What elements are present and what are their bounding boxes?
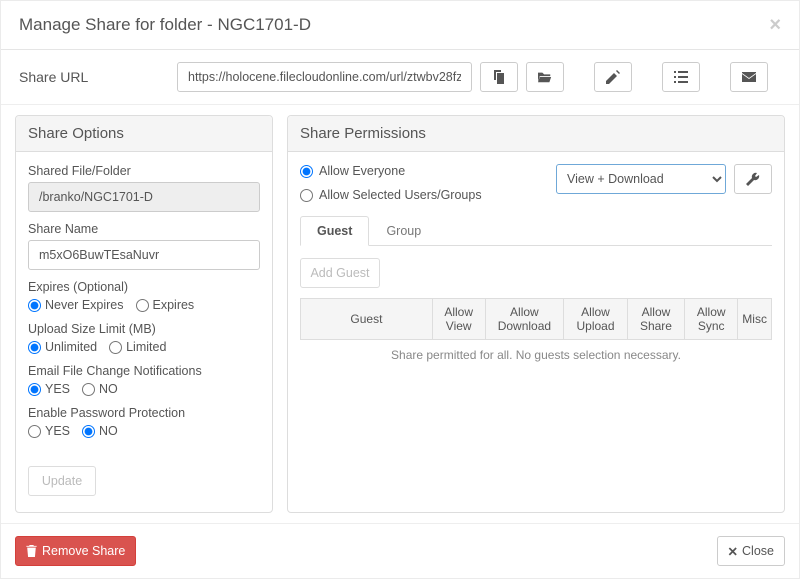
- remove-share-button[interactable]: Remove Share: [15, 536, 136, 566]
- expires-expires-radio[interactable]: Expires: [136, 298, 195, 312]
- email-notif-yes-radio[interactable]: YES: [28, 382, 70, 396]
- email-notif-label: Email File Change Notifications: [28, 364, 260, 378]
- share-options-title: Share Options: [16, 116, 272, 152]
- close-x-icon: ✕: [728, 544, 738, 559]
- permission-tabs: Guest Group: [300, 216, 772, 246]
- share-url-input[interactable]: [177, 62, 472, 92]
- col-allow-view: Allow View: [432, 299, 485, 340]
- add-guest-button[interactable]: Add Guest: [300, 258, 380, 288]
- share-options-body: Shared File/Folder Share Name Expires (O…: [16, 152, 272, 508]
- upload-unlimited-radio[interactable]: Unlimited: [28, 340, 97, 354]
- allow-everyone-radio[interactable]: Allow Everyone: [300, 164, 482, 178]
- copy-url-button[interactable]: [480, 62, 518, 92]
- share-options-panel: Share Options Shared File/Folder Share N…: [15, 115, 273, 513]
- close-icon[interactable]: ×: [769, 15, 781, 35]
- close-button[interactable]: ✕ Close: [717, 536, 785, 566]
- list-view-button[interactable]: [662, 62, 700, 92]
- email-share-button[interactable]: [730, 62, 768, 92]
- edit-icon: [606, 70, 620, 84]
- share-permissions-body: Allow Everyone Allow Selected Users/Grou…: [288, 152, 784, 382]
- password-field: Enable Password Protection YES NO: [28, 406, 260, 438]
- permissions-empty-message: Share permitted for all. No guests selec…: [300, 340, 772, 370]
- col-allow-share: Allow Share: [627, 299, 684, 340]
- upload-limit-label: Upload Size Limit (MB): [28, 322, 260, 336]
- upload-limited-radio[interactable]: Limited: [109, 340, 166, 354]
- tab-group[interactable]: Group: [369, 216, 438, 246]
- permission-settings-button[interactable]: [734, 164, 772, 194]
- shared-path-label: Shared File/Folder: [28, 164, 260, 178]
- expires-label: Expires (Optional): [28, 280, 260, 294]
- shared-path-field: Shared File/Folder: [28, 164, 260, 212]
- table-header-row: Guest Allow View Allow Download Allow Up…: [301, 299, 772, 340]
- modal-title: Manage Share for folder - NGC1701-D: [19, 15, 311, 35]
- list-icon: [674, 70, 688, 84]
- update-button[interactable]: Update: [28, 466, 96, 496]
- email-notif-field: Email File Change Notifications YES NO: [28, 364, 260, 396]
- shared-path-input: [28, 182, 260, 212]
- col-guest: Guest: [301, 299, 433, 340]
- password-no-radio[interactable]: NO: [82, 424, 118, 438]
- upload-limit-field: Upload Size Limit (MB) Unlimited Limited: [28, 322, 260, 354]
- trash-icon: [26, 545, 37, 557]
- email-notif-no-radio[interactable]: NO: [82, 382, 118, 396]
- password-yes-radio[interactable]: YES: [28, 424, 70, 438]
- expires-never-radio[interactable]: Never Expires: [28, 298, 124, 312]
- col-allow-download: Allow Download: [485, 299, 564, 340]
- manage-share-modal: Manage Share for folder - NGC1701-D × Sh…: [0, 0, 800, 579]
- permissions-scope-row: Allow Everyone Allow Selected Users/Grou…: [300, 164, 772, 202]
- folder-open-icon: [538, 70, 552, 84]
- share-permissions-title: Share Permissions: [288, 116, 784, 152]
- edit-share-button[interactable]: [594, 62, 632, 92]
- open-folder-button[interactable]: [526, 62, 564, 92]
- modal-footer: Remove Share ✕ Close: [1, 523, 799, 578]
- share-name-field: Share Name: [28, 222, 260, 270]
- allow-selected-radio[interactable]: Allow Selected Users/Groups: [300, 188, 482, 202]
- col-misc: Misc: [738, 299, 772, 340]
- tab-guest[interactable]: Guest: [300, 216, 369, 246]
- modal-body: Share Options Shared File/Folder Share N…: [1, 105, 799, 523]
- permissions-table: Guest Allow View Allow Download Allow Up…: [300, 298, 772, 340]
- col-allow-sync: Allow Sync: [685, 299, 738, 340]
- copy-icon: [492, 70, 506, 84]
- password-label: Enable Password Protection: [28, 406, 260, 420]
- share-url-row: Share URL: [1, 50, 799, 105]
- expires-field: Expires (Optional) Never Expires Expires: [28, 280, 260, 312]
- share-name-input[interactable]: [28, 240, 260, 270]
- share-url-label: Share URL: [19, 69, 169, 85]
- wrench-icon: [746, 172, 760, 186]
- col-allow-upload: Allow Upload: [564, 299, 627, 340]
- permission-level-select[interactable]: View + Download: [556, 164, 726, 194]
- envelope-icon: [742, 70, 756, 84]
- modal-header: Manage Share for folder - NGC1701-D ×: [1, 1, 799, 50]
- share-name-label: Share Name: [28, 222, 260, 236]
- share-permissions-panel: Share Permissions Allow Everyone Allow S…: [287, 115, 785, 513]
